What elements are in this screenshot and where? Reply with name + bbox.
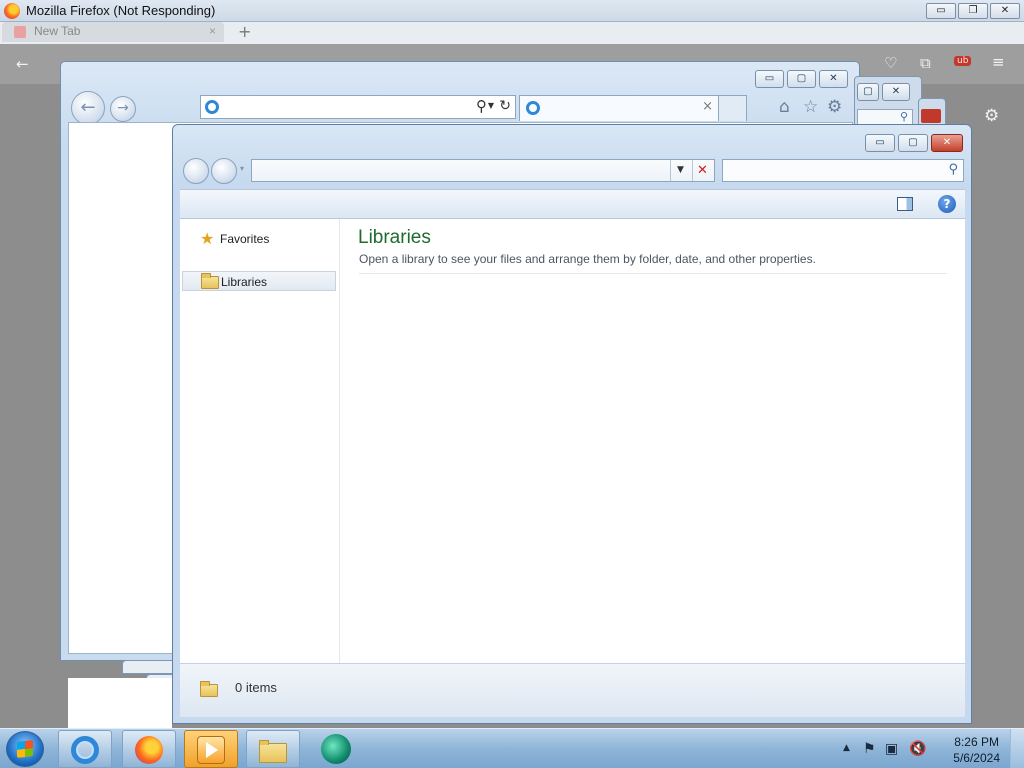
explorer-address-bar[interactable]: ▼ ✕ xyxy=(251,159,715,182)
nav-item-libraries-label: Libraries xyxy=(221,275,268,289)
settings-gear-icon[interactable]: ⚙ xyxy=(984,106,999,126)
taskbar-windows-explorer[interactable] xyxy=(246,730,300,768)
firefox-tab-label: New Tab xyxy=(34,24,81,38)
extensions-icon[interactable]: ⧉ xyxy=(920,54,931,72)
bg-window-search[interactable]: ⚲ xyxy=(857,109,913,125)
firefox-window-title: Mozilla Firefox (Not Responding) xyxy=(26,3,216,18)
ie-close-button[interactable]: ✕ xyxy=(819,70,848,88)
explorer-back-button[interactable] xyxy=(183,158,209,184)
firefox-titlebar[interactable]: Mozilla Firefox (Not Responding) ▭ ❐ ✕ xyxy=(0,0,1024,22)
volume-muted-icon[interactable]: 🔇 xyxy=(909,741,926,757)
action-center-flag-icon[interactable]: ⚑ xyxy=(863,741,876,757)
explorer-content-pane: Libraries Open a library to see your fil… xyxy=(340,219,965,663)
taskbar: ▲ ⚑ ▣ 🔇 8:26 PM 5/6/2024 xyxy=(0,728,1024,768)
bg-window-button[interactable]: ▢ xyxy=(857,83,879,101)
address-stop-icon[interactable]: ✕ xyxy=(692,160,712,181)
explorer-search-box[interactable]: ⚲ xyxy=(722,159,964,182)
teal-app-icon xyxy=(321,734,351,764)
taskbar-teal-app[interactable] xyxy=(318,732,354,766)
bg-search-icon: ⚲ xyxy=(899,110,908,123)
ie-new-tab-button[interactable] xyxy=(718,95,747,121)
internet-explorer-icon xyxy=(71,736,99,764)
windows-logo-icon xyxy=(17,740,33,758)
explorer-close-button[interactable]: ✕ xyxy=(931,134,963,152)
system-tray: ▲ ⚑ ▣ 🔇 8:26 PM 5/6/2024 xyxy=(839,729,1024,768)
libraries-description: Open a library to see your files and arr… xyxy=(359,252,816,266)
ie-tools-gear-icon[interactable]: ⚙ xyxy=(827,97,842,117)
windows-explorer-icon xyxy=(259,740,287,763)
explorer-window: ▭ ▢ ✕ ▾ ▼ ✕ ⚲ ? ★ Favorites Libraries Li… xyxy=(172,124,972,724)
help-icon[interactable]: ? xyxy=(938,195,956,213)
background-window-edge-2 xyxy=(918,98,946,126)
libraries-heading: Libraries xyxy=(358,227,431,248)
item-count: 0 items xyxy=(235,680,277,695)
firefox-tab[interactable]: New Tab × xyxy=(2,22,224,42)
ie-minimize-button[interactable]: ▭ xyxy=(755,70,784,88)
new-tab-button[interactable]: + xyxy=(238,22,251,41)
preview-pane-icon[interactable] xyxy=(897,197,913,211)
menu-hamburger-icon[interactable]: ≡ xyxy=(992,53,1005,71)
favorites-star-icon: ★ xyxy=(200,231,215,248)
explorer-recent-dropdown-icon[interactable]: ▾ xyxy=(240,164,244,173)
details-folder-icon xyxy=(200,681,218,697)
firefox-logo-icon xyxy=(4,3,20,19)
show-desktop-button[interactable] xyxy=(1010,729,1024,768)
clock-time: 8:26 PM xyxy=(954,735,999,749)
ie-back-button[interactable]: ← xyxy=(71,91,105,125)
libraries-separator xyxy=(359,273,947,274)
background-window-edge: ▢ ✕ ⚲ xyxy=(854,76,922,126)
explorer-forward-button[interactable] xyxy=(211,158,237,184)
ie-search-icon[interactable]: ⚲ xyxy=(476,97,487,115)
taskbar-firefox[interactable] xyxy=(122,730,176,768)
network-icon[interactable]: ▣ xyxy=(885,741,898,757)
bg-window-close-button[interactable]: ✕ xyxy=(882,83,910,101)
ie-home-icon[interactable]: ⌂ xyxy=(779,97,790,117)
firefox-tabstrip: New Tab × + xyxy=(0,22,1024,44)
search-icon[interactable]: ⚲ xyxy=(948,162,958,177)
firefox-minimize-button[interactable]: ▭ xyxy=(926,3,956,19)
ie-forward-button[interactable]: → xyxy=(110,96,136,122)
taskbar-internet-explorer[interactable] xyxy=(58,730,112,768)
pocket-icon[interactable]: ♡ xyxy=(884,54,897,72)
firefox-icon xyxy=(135,736,163,764)
nav-item-libraries[interactable]: Libraries xyxy=(182,271,336,291)
address-dropdown-icon[interactable]: ▼ xyxy=(670,160,690,181)
libraries-folder-icon xyxy=(201,273,219,289)
start-button[interactable] xyxy=(6,731,44,767)
ie-tab-close-icon[interactable]: × xyxy=(702,99,713,114)
explorer-maximize-button[interactable]: ▢ xyxy=(898,134,928,152)
clock-date: 5/6/2024 xyxy=(953,751,1000,765)
tab-close-icon[interactable]: × xyxy=(209,24,216,38)
ie-refresh-icon[interactable]: ↻ xyxy=(499,98,511,114)
explorer-navigation-pane: ★ Favorites Libraries xyxy=(180,219,340,663)
ie-dropdown-icon[interactable]: ▼ xyxy=(488,101,494,110)
nav-item-favorites[interactable]: ★ Favorites xyxy=(182,229,336,249)
bg-window-close-red[interactable] xyxy=(921,109,941,123)
play-triangle-icon xyxy=(206,742,218,758)
firefox-restore-button[interactable]: ❐ xyxy=(958,3,988,19)
background-window-bottom xyxy=(122,660,176,674)
ublock-icon[interactable]: ub xyxy=(954,56,972,66)
ie-favorites-icon[interactable]: ☆ xyxy=(803,97,818,117)
ie-address-bar[interactable]: ⚲ ▼ ↻ xyxy=(200,95,516,119)
background-window-fragment xyxy=(68,678,172,728)
ie-tab-icon xyxy=(526,101,540,115)
taskbar-media-player[interactable] xyxy=(184,730,238,768)
explorer-command-bar: ? xyxy=(180,189,965,219)
tab-favicon-icon xyxy=(14,26,26,38)
back-arrow-icon[interactable]: ← xyxy=(16,55,29,73)
media-player-icon xyxy=(197,736,225,764)
clock[interactable]: 8:26 PM 5/6/2024 xyxy=(953,734,1000,766)
ie-maximize-button[interactable]: ▢ xyxy=(787,70,816,88)
show-hidden-icons-icon[interactable]: ▲ xyxy=(843,743,850,753)
firefox-close-button[interactable]: ✕ xyxy=(990,3,1020,19)
explorer-minimize-button[interactable]: ▭ xyxy=(865,134,895,152)
ie-page-icon xyxy=(205,100,219,114)
ie-tab[interactable]: × xyxy=(519,95,719,121)
explorer-details-pane: 0 items xyxy=(180,663,965,717)
nav-item-favorites-label: Favorites xyxy=(220,232,270,246)
